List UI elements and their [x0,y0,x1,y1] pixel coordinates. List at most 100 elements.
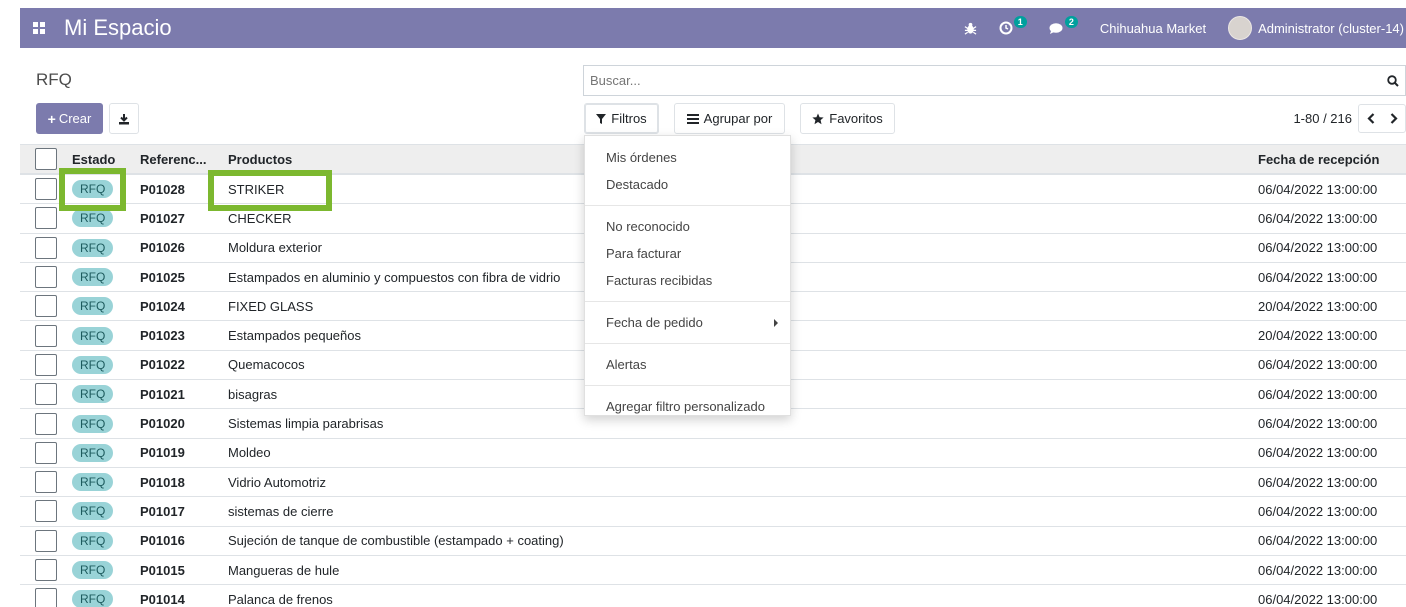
filters-dropdown: Mis órdenes Destacado No reconocido Para… [584,135,791,416]
pager-value[interactable]: 1-80 / 216 [1293,111,1352,126]
filter-mis-ordenes[interactable]: Mis órdenes [585,144,790,171]
create-button-label: Crear [58,111,92,126]
debug-menu[interactable] [964,22,977,35]
apps-menu-button[interactable] [20,8,58,48]
messages-icon [1049,22,1063,34]
row-checkbox[interactable] [35,295,57,318]
table-row[interactable]: RFQ P01018 Vidrio Automotriz 06/04/2022 13:… [20,467,1406,498]
breadcrumb: RFQ [36,70,72,89]
table-row[interactable]: RFQ P01016 Sujeción de tanque de combustib… [20,526,1406,556]
search-icon[interactable] [1381,74,1405,87]
filter-no-reconocido[interactable]: No reconocido [585,213,790,240]
filter-fecha-pedido[interactable]: Fecha de pedido [585,309,790,336]
reception-date-cell: 06/04/2022 13:00:00 [1258,210,1378,226]
row-checkbox[interactable] [35,588,57,607]
activity-menu[interactable]: 1 [999,16,1027,35]
products-cell: Mangueras de hule [228,562,340,578]
filter-destacado[interactable]: Destacado [585,171,790,198]
products-cell: sistemas de cierre [228,503,334,519]
reference-cell: P01015 [140,562,185,578]
reception-date-cell: 06/04/2022 13:00:00 [1258,445,1378,461]
row-checkbox[interactable] [35,178,57,201]
reception-date-cell: 06/04/2022 13:00:00 [1258,533,1378,549]
messages-count-badge: 2 [1064,16,1078,28]
chevron-right-icon [1390,113,1398,124]
row-checkbox[interactable] [35,471,57,494]
app-brand[interactable]: Mi Espacio [58,15,172,41]
products-cell: Sujeción de tanque de combustible (estam… [228,533,564,549]
products-cell: Palanca de frenos [228,591,333,607]
reference-cell: P01023 [140,328,185,344]
reception-date-cell: 06/04/2022 13:00:00 [1258,269,1378,285]
chevron-left-icon [1366,113,1374,124]
favorites-button-label: Favoritos [829,111,883,126]
row-checkbox[interactable] [35,324,57,347]
search-input[interactable] [584,66,1381,95]
table-row[interactable]: RFQ P01015 Mangueras de hule 06/04/2022 13:… [20,556,1406,586]
user-menu[interactable]: Administrator (cluster-14) [1228,16,1404,40]
status-badge: RFQ [72,355,114,374]
column-header-estado[interactable]: Estado [70,152,136,167]
add-custom-filter[interactable]: Agregar filtro personalizado [585,393,790,420]
activity-icon [999,21,1013,35]
table-row[interactable]: RFQ P01019 Moldeo 06/04/2022 13:00:00 [20,439,1406,468]
status-badge: RFQ [72,443,114,462]
row-checkbox[interactable] [35,353,57,376]
reference-cell: P01028 [140,181,185,197]
activity-count-badge: 1 [1013,16,1027,28]
row-checkbox[interactable] [35,559,57,581]
pager-previous-button[interactable] [1359,105,1382,132]
group-by-button[interactable]: Agrupar por [674,103,785,134]
messages-menu[interactable]: 2 [1049,16,1078,35]
status-badge: RFQ [72,238,114,257]
apps-icon [33,22,45,34]
reference-cell: P01024 [140,298,185,314]
filter-alertas[interactable]: Alertas [585,351,790,378]
status-badge: RFQ [72,590,114,607]
column-header-fecha[interactable]: Fecha de recepción [1256,152,1406,167]
group-icon [686,113,699,124]
status-badge: RFQ [72,502,114,521]
reference-cell: P01019 [140,445,185,461]
reception-date-cell: 20/04/2022 13:00:00 [1258,328,1378,344]
reference-cell: P01026 [140,240,185,256]
status-badge: RFQ [72,180,114,199]
row-checkbox[interactable] [35,383,57,406]
row-checkbox[interactable] [35,441,57,464]
status-badge: RFQ [72,561,114,579]
row-checkbox[interactable] [35,412,57,435]
company-switcher[interactable]: Chihuahua Market [1100,21,1206,36]
select-all-checkbox[interactable] [35,148,57,170]
filters-button-label: Filtros [611,111,647,126]
caret-right-icon [774,319,778,327]
table-row[interactable]: RFQ P01014 Palanca de frenos 06/04/2022 13:… [20,585,1406,607]
row-checkbox[interactable] [35,529,57,552]
status-badge: RFQ [72,326,114,345]
row-checkbox[interactable] [35,500,57,523]
filter-para-facturar[interactable]: Para facturar [585,240,790,267]
reception-date-cell: 06/04/2022 13:00:00 [1258,386,1378,402]
row-checkbox[interactable] [35,207,57,230]
create-button[interactable]: + Crear [36,103,103,134]
row-checkbox[interactable] [35,266,57,289]
products-cell: Vidrio Automotriz [228,474,327,490]
favorites-button[interactable]: Favoritos [800,103,895,134]
pager: 1-80 / 216 [1293,103,1406,134]
download-button[interactable] [109,103,139,134]
dropdown-divider [585,385,790,386]
column-header-referencia[interactable]: Referenc... [136,152,224,167]
filters-button[interactable]: Filtros [584,103,659,134]
filter-facturas-recibidas[interactable]: Facturas recibidas [585,267,790,294]
products-cell: Moldeo [228,445,271,461]
reception-date-cell: 06/04/2022 13:00:00 [1258,562,1378,578]
reference-cell: P01020 [140,416,185,432]
avatar [1228,16,1253,40]
row-checkbox[interactable] [35,236,57,259]
group-by-button-label: Agrupar por [703,111,773,126]
reception-date-cell: 06/04/2022 13:00:00 [1258,591,1378,607]
reference-cell: P01017 [140,503,185,519]
pager-next-button[interactable] [1382,105,1405,132]
reception-date-cell: 06/04/2022 13:00:00 [1258,181,1378,197]
status-badge: RFQ [72,385,114,404]
table-row[interactable]: RFQ P01017 sistemas de cierre 06/04/2022 13… [20,497,1406,527]
